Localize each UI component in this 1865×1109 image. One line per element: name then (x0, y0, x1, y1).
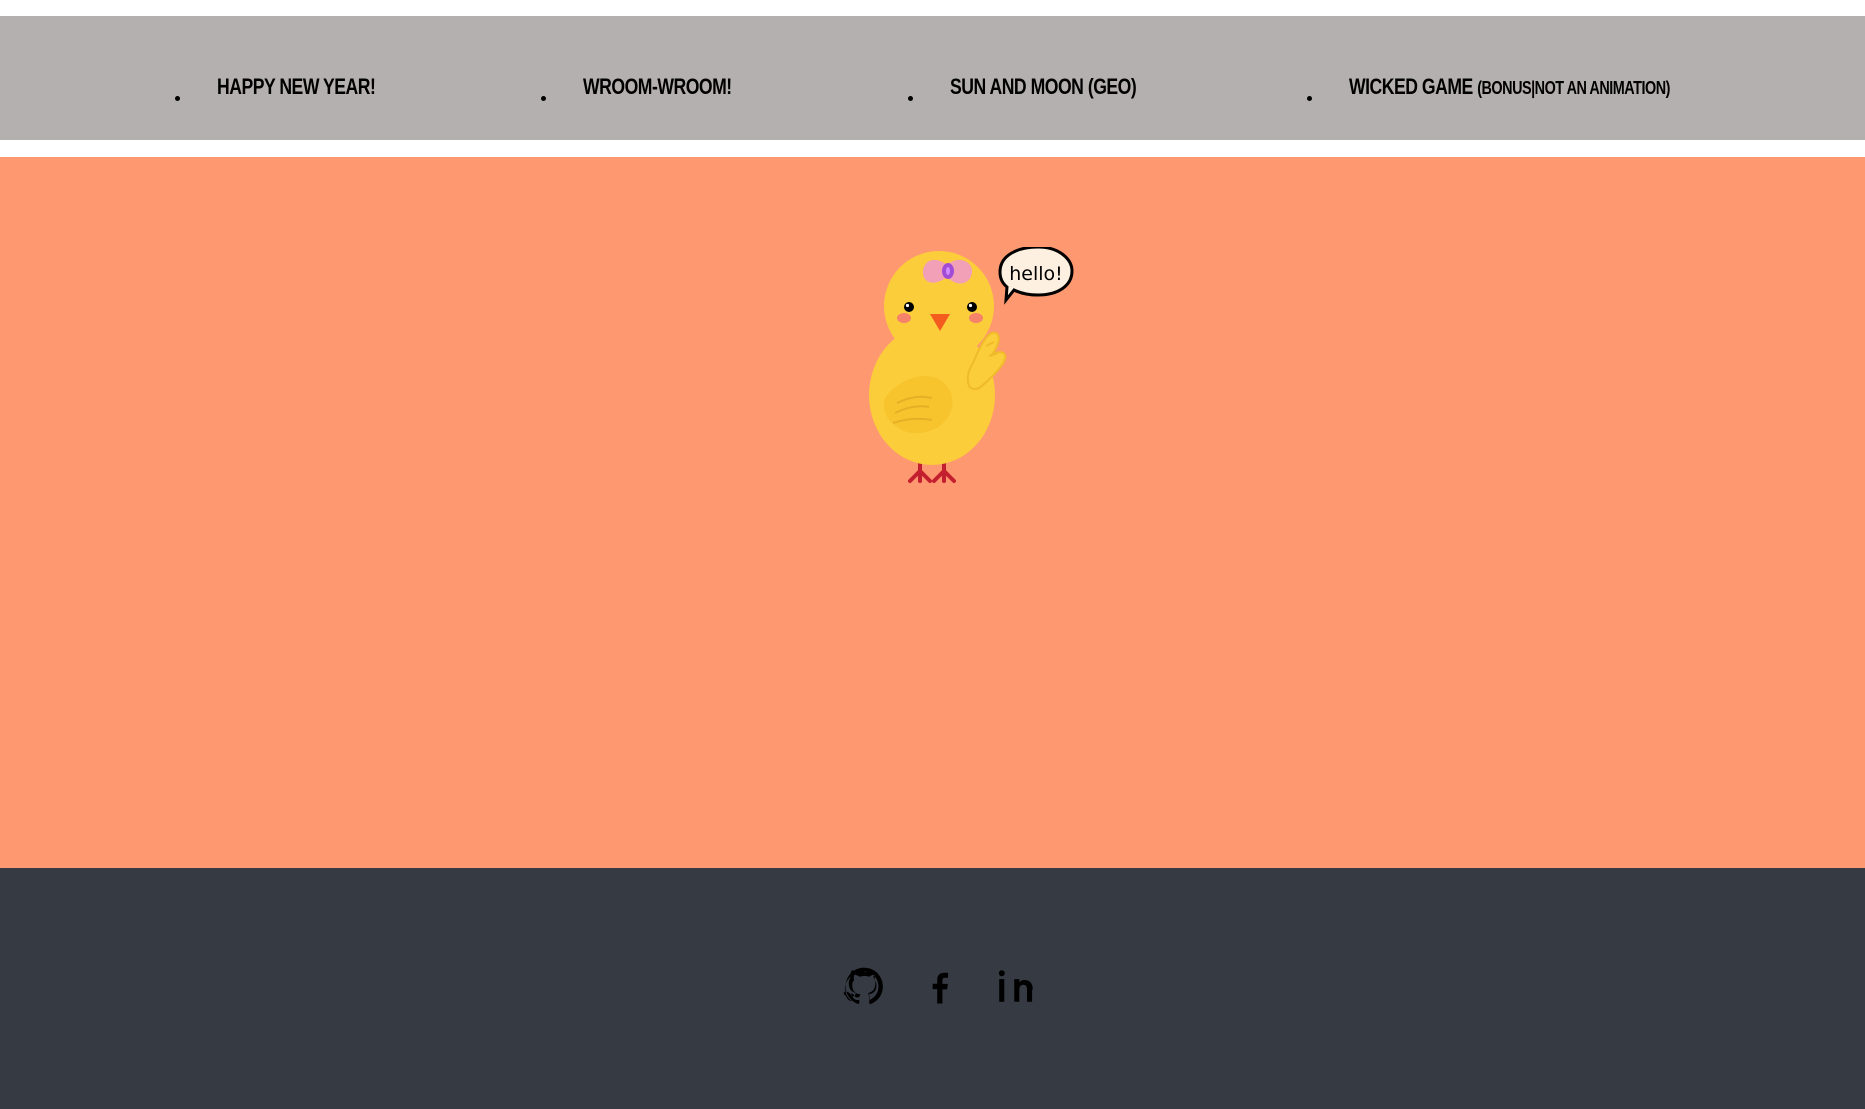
nav-item-wicked-game[interactable]: WICKED GAME (BONUS|NOT AN ANIMATION) (1307, 76, 1750, 101)
nav-item-sun-and-moon[interactable]: SUN AND MOON (GEO) (908, 76, 1183, 101)
linkedin-link[interactable] (995, 965, 1037, 1007)
linkedin-icon (998, 970, 1033, 1002)
speech-bubble-text: hello! (1009, 263, 1063, 285)
github-link[interactable] (843, 965, 885, 1007)
bullet-icon (1307, 96, 1312, 101)
nav-link-label[interactable]: WROOM-WROOM! (583, 76, 732, 98)
social-links (843, 965, 1037, 1007)
nav-link-main-label: WICKED GAME (1349, 74, 1473, 99)
animation-stage: hello! (0, 157, 1865, 868)
nav-link-label[interactable]: WICKED GAME (BONUS|NOT AN ANIMATION) (1349, 76, 1670, 98)
facebook-icon (932, 972, 949, 1004)
nav-link-sub-label: (BONUS|NOT AN ANIMATION) (1477, 78, 1670, 98)
bullet-icon (175, 96, 180, 101)
nav-item-happy-new-year[interactable]: HAPPY NEW YEAR! (175, 76, 415, 101)
bullet-icon (908, 96, 913, 101)
nav-list: HAPPY NEW YEAR! WROOM-WROOM! SUN AND MOO… (0, 16, 1865, 140)
facebook-link[interactable] (919, 965, 961, 1007)
nav-item-wroom-wroom[interactable]: WROOM-WROOM! (541, 76, 769, 101)
chick-svg: hello! (869, 245, 1074, 483)
chick-illustration: hello! (860, 245, 1080, 487)
github-icon (843, 967, 883, 1005)
speech-bubble: hello! (998, 245, 1074, 305)
nav-link-label[interactable]: HAPPY NEW YEAR! (217, 76, 376, 98)
bullet-icon (541, 96, 546, 101)
nav-link-label[interactable]: SUN AND MOON (GEO) (950, 76, 1137, 98)
top-navigation: HAPPY NEW YEAR! WROOM-WROOM! SUN AND MOO… (0, 16, 1865, 140)
